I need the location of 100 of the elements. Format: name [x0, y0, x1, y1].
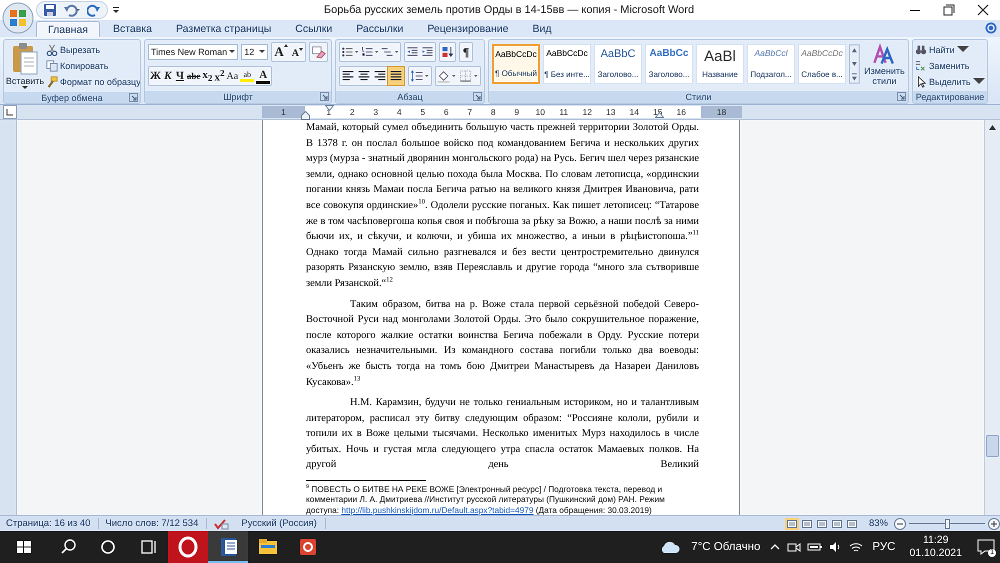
- toolbar-button[interactable]: Вырезать: [46, 42, 140, 57]
- zoom-in-icon[interactable]: [988, 518, 1000, 530]
- ruler-number: 4: [396, 107, 403, 117]
- show-marks-button[interactable]: ¶: [460, 43, 472, 61]
- language-indicator[interactable]: Русский (Россия): [235, 518, 326, 529]
- ruler-toggle-icon[interactable]: [3, 105, 17, 119]
- group-label: Абзац: [397, 92, 423, 102]
- font-name-field[interactable]: Times New Roman: [148, 44, 238, 60]
- footnote-link[interactable]: http://lib.pushkinskijdom.ru/Default.aspx?tabid=4979: [341, 504, 534, 514]
- toolbar-button[interactable]: Выделить: [915, 74, 985, 89]
- battery-icon[interactable]: [807, 542, 824, 552]
- format-button[interactable]: x$^{2}$: [213, 67, 226, 85]
- format-button[interactable]: ab: [239, 67, 256, 85]
- style-preset[interactable]: AaBbCcDc ¶ Обычный: [492, 44, 540, 84]
- align-justify-button[interactable]: [388, 67, 404, 85]
- format-button[interactable]: x$_{2}$: [201, 67, 214, 85]
- view-mode-icon[interactable]: [800, 518, 814, 530]
- caret-icon: [284, 44, 288, 48]
- page-count[interactable]: Страница: 16 из 40: [0, 518, 100, 529]
- ribbon-tab[interactable]: Рассылки: [345, 21, 414, 37]
- ruler-number: 11: [558, 107, 570, 117]
- dialog-launcher-icon[interactable]: [320, 92, 329, 101]
- clock-date[interactable]: 01.10.2021: [909, 547, 962, 560]
- highlight-bar-icon: [240, 79, 254, 82]
- body-paragraph: Н.М. Карамзин, будучи не только гениальным историком, но и талантливым литератором, расписал эту битву следующим образом: “Россияне кололи, рубили и топили их в Воже целыми тысячами. Несколько именитых Мурз находилось в числе убитых. Ночь и густая мгла следующего утра спасла остаток Мамаевых полков. На другой день Великий: [306, 396, 699, 472]
- undo-icon[interactable]: [63, 3, 81, 17]
- caret-icon: [299, 48, 303, 52]
- ribbon-tab[interactable]: Вид: [521, 21, 562, 37]
- change-styles-button[interactable]: Изменить стили: [864, 42, 905, 89]
- style-preset[interactable]: AaBbCcDc ¶ Без инте...: [543, 44, 591, 84]
- toolbar-button[interactable]: Копировать: [46, 58, 140, 73]
- paste-button[interactable]: Вставить: [7, 42, 43, 90]
- format-button[interactable]: Ж: [149, 67, 162, 85]
- dialog-launcher-icon[interactable]: [473, 92, 482, 101]
- ruler-number: 14: [628, 107, 640, 117]
- word-count[interactable]: Число слов: 7/12 534: [99, 518, 208, 529]
- dialog-launcher-icon[interactable]: [897, 92, 906, 101]
- style-preset[interactable]: AaBbC Заголово...: [594, 44, 642, 84]
- view-mode-icon[interactable]: [784, 518, 799, 530]
- group-label: Шрифт: [223, 92, 253, 102]
- zoom-level[interactable]: 83%: [868, 518, 888, 529]
- input-language[interactable]: РУС: [872, 541, 896, 553]
- ribbon-tab[interactable]: Разметка страницы: [165, 21, 282, 37]
- chevron-up-icon[interactable]: [769, 542, 782, 552]
- document-app-icon[interactable]: [208, 531, 248, 563]
- ruler-number: 6: [442, 107, 450, 117]
- style-preset[interactable]: AaBbCcDc Слабое в...: [798, 44, 846, 84]
- shrink-font-button[interactable]: A: [290, 48, 305, 58]
- footnote-text: $^{9}$ ПОВЕСТЬ О БИТВЕ НА РЕКЕ ВОЖЕ [Электронный ресурс] / Подготовка текста, перевод и комментарии Л. А. Дмитриева //Институт русской литературы (Пушкинский дом) РАН. Режим доступа: http://lib.pushkinskijdom.ru/Default.aspx?tabid=4979 (Дата обращения: 30.03.2019): [306, 484, 666, 515]
- zoom-out-icon[interactable]: [894, 518, 906, 530]
- letters-icon: [872, 42, 896, 66]
- format-button[interactable]: К: [162, 67, 174, 85]
- spellcheck-icon[interactable]: [213, 518, 230, 530]
- format-button[interactable]: Ч: [174, 67, 186, 85]
- dropdown-arrow-icon: [22, 86, 28, 90]
- ribbon-tab[interactable]: Ссылки: [284, 21, 344, 37]
- format-button[interactable]: A: [255, 67, 272, 85]
- slider-thumb[interactable]: [945, 518, 950, 528]
- ribbon-tab[interactable]: Вставка: [102, 21, 163, 37]
- wifi-icon[interactable]: [849, 541, 864, 553]
- style-preset[interactable]: AaBbCc Заголово...: [645, 44, 693, 84]
- zoom-slider[interactable]: [909, 518, 985, 530]
- vertical-scrollbar[interactable]: [984, 120, 1000, 515]
- ruler-number: 16: [676, 107, 687, 117]
- grow-font-button[interactable]: A: [272, 44, 290, 60]
- view-mode-icon[interactable]: [844, 518, 859, 530]
- ruler-number: 12: [582, 107, 593, 117]
- clipboard-icon: [11, 42, 39, 76]
- ribbon-tab[interactable]: Главная: [36, 21, 100, 37]
- style-preset[interactable]: AaBl Название: [696, 44, 744, 84]
- group-label: Стили: [686, 92, 712, 102]
- speech-bubble-icon: [977, 539, 995, 555]
- opera-icon[interactable]: [168, 531, 208, 563]
- toolbar-button[interactable]: Найти: [915, 42, 985, 57]
- replace-icon: [915, 60, 927, 72]
- scroll-thumb[interactable]: [986, 435, 999, 457]
- body-paragraph: Таким образом, битва на р. Воже стала первой серьёзной победой Северо-Восточной Руси над монголами Золотой Орды. Это было сокрушительное поражение, после которого жалкие остатки воинства Бегича побежали в Орду. Русские потери оказались незначительными. Из командного состава погибли только два воеводы: «Убьенъ же бысть тогда на томъ бою Дмитреи Манастыревъ да Назареи Даниловъ Кусакова».$^{13}$: [306, 298, 699, 390]
- ribbon-tab[interactable]: Рецензирование: [416, 21, 520, 37]
- weather-text[interactable]: 7°C Облачно: [691, 541, 760, 553]
- redo-icon[interactable]: [87, 3, 101, 17]
- ruler-number: 5: [419, 107, 426, 117]
- view-mode-icon[interactable]: [830, 518, 844, 530]
- cloud-icon[interactable]: [659, 539, 682, 555]
- gallery-scroll-icon[interactable]: [849, 44, 860, 84]
- font-size-field[interactable]: 12: [241, 44, 268, 60]
- help-icon[interactable]: [985, 22, 997, 34]
- style-preset[interactable]: AaBbCcl Подзагол...: [747, 44, 795, 84]
- camera-icon[interactable]: [787, 541, 802, 553]
- format-button[interactable]: abe: [186, 67, 202, 85]
- customize-arrow-icon[interactable]: [112, 5, 120, 15]
- save-icon[interactable]: [43, 3, 57, 17]
- format-button[interactable]: Aa: [226, 67, 240, 85]
- dialog-launcher-icon[interactable]: [129, 93, 138, 102]
- ruler-number: 18: [716, 107, 728, 117]
- ruler-number: 9: [513, 107, 520, 117]
- clock-time[interactable]: 11:29: [922, 534, 948, 547]
- view-mode-icon[interactable]: [814, 518, 829, 530]
- toolbar-button[interactable]: Заменить: [915, 58, 985, 73]
- ruler-number: 8: [490, 107, 497, 117]
- binoculars-icon: [915, 44, 927, 56]
